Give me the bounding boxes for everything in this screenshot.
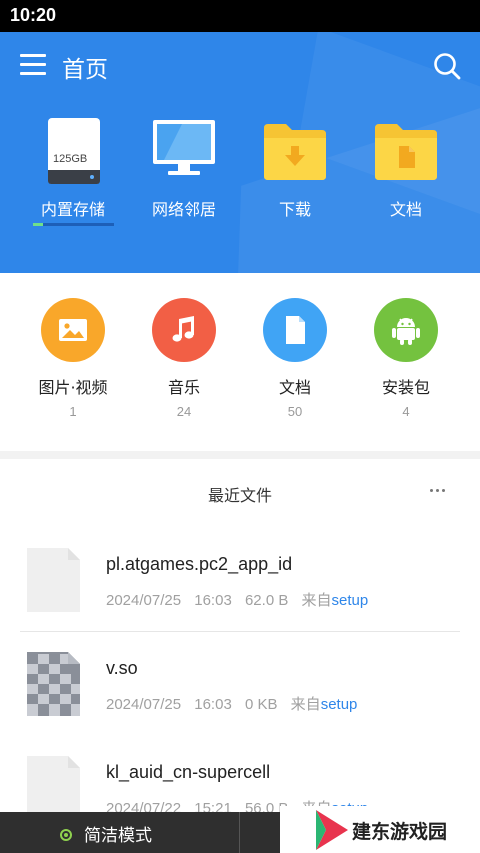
category-music[interactable]: 音乐 24 xyxy=(129,298,239,428)
section-divider xyxy=(0,451,480,459)
file-source-link[interactable]: setup xyxy=(321,696,358,713)
blank-file-icon xyxy=(27,548,80,612)
category-count: 4 xyxy=(402,404,410,419)
storage-usage-bar xyxy=(33,223,114,226)
category-icon-circle xyxy=(41,298,105,362)
download-folder-icon xyxy=(264,124,326,180)
file-name: kl_auid_cn-supercell xyxy=(106,762,271,782)
category-grid: 图片·视频 1 音乐 24 文档 50 安装包 4 xyxy=(0,273,480,451)
category-name: 安装包 xyxy=(381,378,430,397)
page-title: 首页 xyxy=(62,57,108,83)
storage-usage-fill xyxy=(33,223,43,226)
monitor-icon xyxy=(152,118,216,178)
status-bar: 10:20 xyxy=(0,0,480,32)
storage-item-documents[interactable]: 文档 xyxy=(351,118,461,228)
category-name: 音乐 xyxy=(167,378,200,397)
category-images-videos[interactable]: 图片·视频 1 xyxy=(18,298,128,428)
bottom-bar: 简洁模式 xyxy=(0,812,280,853)
recent-file-row[interactable]: pl.atgames.pc2_app_id 2024/07/25 16:03 6… xyxy=(0,548,480,652)
storage-item-internal[interactable]: 125GB 内置存储 xyxy=(18,118,128,228)
recent-files-title: 最近文件 xyxy=(207,486,272,505)
storage-item-network[interactable]: 网络邻居 xyxy=(129,118,239,228)
category-icon-circle xyxy=(374,298,438,362)
simple-mode-icon xyxy=(60,829,72,841)
file-date: 2024/07/25 xyxy=(106,592,182,609)
bottom-bar-separator xyxy=(239,812,240,853)
watermark: 建东游戏园 xyxy=(280,806,480,853)
category-icon-circle xyxy=(152,298,216,362)
storage-capacity: 125GB xyxy=(53,153,87,165)
file-date: 2024/07/25 xyxy=(106,696,182,713)
storage-item-label: 网络邻居 xyxy=(151,200,216,219)
file-time: 16:03 xyxy=(194,696,232,713)
storage-item-download[interactable]: 下载 xyxy=(240,118,350,228)
image-icon xyxy=(59,319,87,341)
category-count: 50 xyxy=(287,404,303,419)
category-documents[interactable]: 文档 50 xyxy=(240,298,350,428)
recent-file-row[interactable]: v.so 2024/07/25 16:03 0 KB 来自setup xyxy=(0,652,480,756)
file-name: v.so xyxy=(106,658,138,678)
search-icon[interactable] xyxy=(432,51,462,81)
more-options-icon[interactable] xyxy=(428,480,448,500)
file-size: 0 KB xyxy=(244,696,278,713)
music-icon xyxy=(172,316,194,342)
file-meta: 2024/07/25 16:03 62.0 B 来自setup xyxy=(106,589,368,610)
simple-mode-button[interactable]: 简洁模式 xyxy=(60,821,152,846)
storage-item-label: 下载 xyxy=(278,200,311,219)
blank-file-icon xyxy=(27,756,80,820)
binary-file-icon xyxy=(27,652,80,716)
menu-icon[interactable] xyxy=(20,52,46,76)
file-name: pl.atgames.pc2_app_id xyxy=(106,554,293,574)
category-count: 24 xyxy=(176,404,192,419)
internal-storage-icon: 125GB xyxy=(48,118,100,184)
category-apk[interactable]: 安装包 4 xyxy=(351,298,461,428)
android-icon xyxy=(392,318,420,345)
storage-item-label: 文档 xyxy=(389,200,422,219)
category-icon-circle xyxy=(263,298,327,362)
file-source-link[interactable]: setup xyxy=(332,592,369,609)
document-folder-icon xyxy=(375,124,437,180)
watermark-logo-icon xyxy=(316,810,348,850)
storage-item-label: 内置存储 xyxy=(40,200,105,219)
category-name: 图片·视频 xyxy=(38,378,108,397)
file-manager-screen: 10:20 首页 125GB 内置存储 网络邻居 下载 文档 图片·视频 1 音… xyxy=(0,0,480,853)
file-time: 16:03 xyxy=(194,592,232,609)
file-source-prefix: 来自 xyxy=(290,696,321,713)
category-count: 1 xyxy=(69,404,77,419)
watermark-text: 建东游戏园 xyxy=(352,821,448,843)
file-source-prefix: 来自 xyxy=(301,592,332,609)
header-panel: 首页 125GB 内置存储 网络邻居 下载 文档 xyxy=(0,32,480,273)
category-name: 文档 xyxy=(278,378,311,397)
document-icon xyxy=(286,316,305,344)
row-divider xyxy=(20,631,460,632)
file-size: 62.0 B xyxy=(244,592,289,609)
simple-mode-label: 简洁模式 xyxy=(84,826,152,846)
status-time: 10:20 xyxy=(10,5,57,25)
file-meta: 2024/07/25 16:03 0 KB 来自setup xyxy=(106,693,357,714)
